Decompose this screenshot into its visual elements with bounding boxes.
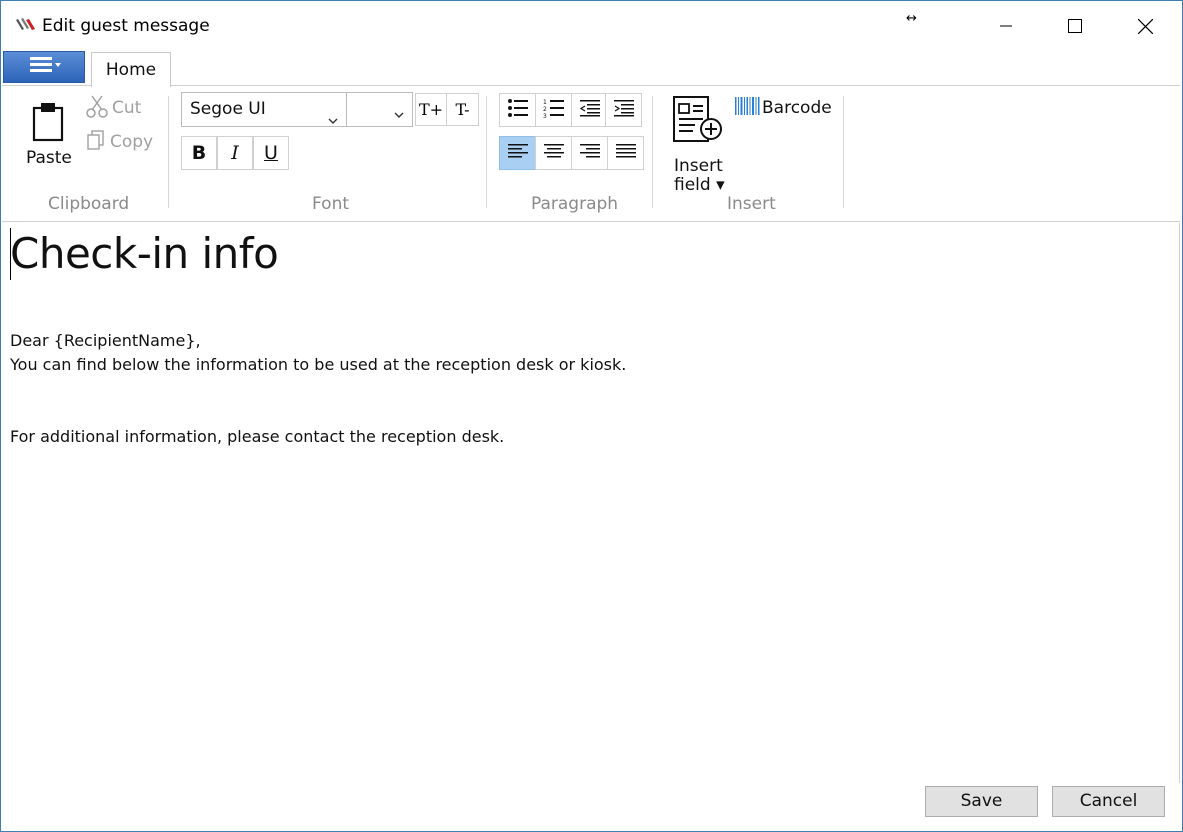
- resize-icon[interactable]: ↔: [906, 11, 917, 26]
- align-right-button[interactable]: [571, 136, 608, 170]
- insert-field-label-line2: field ▾: [674, 175, 725, 195]
- group-separator: [843, 96, 844, 208]
- justify-button[interactable]: [607, 136, 644, 170]
- justify-icon: [615, 143, 637, 163]
- chevron-down-icon: [328, 104, 338, 137]
- clipboard-group-label: Clipboard: [48, 194, 130, 214]
- minimize-button[interactable]: [976, 1, 1036, 51]
- window-title: Edit guest message: [42, 16, 210, 36]
- numbered-list-icon: 1 2 3: [543, 98, 565, 122]
- insert-field-label-line1: Insert: [674, 156, 723, 176]
- shrink-font-button[interactable]: T-: [446, 93, 479, 126]
- font-family-value: Segoe UI: [190, 99, 266, 119]
- close-button[interactable]: [1115, 1, 1175, 51]
- underline-button[interactable]: U: [253, 136, 289, 170]
- title-bar: Edit guest message ↔: [1, 1, 1182, 51]
- message-editor[interactable]: Check-in info Dear {RecipientName}, You …: [2, 223, 1180, 783]
- barcode-icon: [734, 96, 762, 120]
- align-left-icon: [507, 143, 529, 163]
- align-right-icon: [579, 143, 601, 163]
- app-menu-button[interactable]: [3, 51, 85, 83]
- bullet-list-icon: [507, 98, 529, 122]
- paste-button[interactable]: Paste: [20, 100, 78, 170]
- font-group-label: Font: [312, 194, 350, 214]
- align-center-button[interactable]: [535, 136, 572, 170]
- paste-label: Paste: [26, 148, 72, 168]
- decrease-indent-button[interactable]: [571, 93, 608, 127]
- align-center-icon: [543, 143, 565, 163]
- cut-button[interactable]: Cut: [86, 94, 141, 122]
- insert-field-icon: [673, 96, 725, 150]
- svg-text:2: 2: [543, 106, 547, 113]
- font-size-select[interactable]: [346, 92, 413, 127]
- increase-indent-icon: [613, 99, 635, 121]
- insert-field-button[interactable]: Insert field ▾: [669, 94, 729, 195]
- message-line: For additional information, please conta…: [10, 427, 505, 446]
- scissors-icon: [86, 94, 112, 123]
- ribbon: Paste Cut Copy Clipboard Segoe UI T+ T- …: [2, 85, 1180, 222]
- copy-icon: [86, 129, 110, 156]
- italic-button[interactable]: I: [217, 136, 253, 170]
- bullet-list-button[interactable]: [499, 93, 536, 127]
- grow-font-button[interactable]: T+: [415, 93, 447, 126]
- cut-label: Cut: [112, 98, 142, 118]
- group-separator: [652, 96, 653, 208]
- insert-group-label: Insert: [727, 194, 776, 214]
- insert-field-label: Insert field ▾: [674, 157, 725, 195]
- message-line: You can find below the information to be…: [10, 355, 627, 374]
- align-left-button[interactable]: [499, 136, 536, 170]
- hamburger-menu-icon: [22, 55, 66, 79]
- cancel-button[interactable]: Cancel: [1052, 786, 1165, 817]
- svg-text:3: 3: [543, 113, 547, 118]
- save-button[interactable]: Save: [925, 786, 1038, 817]
- message-line: Dear {RecipientName},: [10, 331, 201, 350]
- font-family-select[interactable]: Segoe UI: [181, 92, 347, 127]
- bold-button[interactable]: B: [181, 136, 217, 170]
- copy-button[interactable]: Copy: [86, 128, 153, 156]
- decrease-indent-icon: [579, 99, 601, 121]
- group-separator: [168, 96, 169, 208]
- editor-right-border: [1179, 223, 1181, 783]
- group-separator: [486, 96, 487, 208]
- edit-guest-message-window: Edit guest message ↔ Home Paste Cut Copy…: [0, 0, 1183, 832]
- barcode-button[interactable]: Barcode: [734, 96, 832, 120]
- barcode-label: Barcode: [762, 98, 832, 118]
- svg-text:1: 1: [543, 99, 547, 106]
- increase-indent-button[interactable]: [605, 93, 642, 127]
- copy-label: Copy: [110, 132, 154, 152]
- paragraph-group-label: Paragraph: [531, 194, 619, 214]
- tab-home[interactable]: Home: [91, 52, 171, 87]
- maximize-button[interactable]: [1045, 1, 1105, 51]
- clipboard-icon: [30, 102, 66, 146]
- app-logo-icon: [15, 17, 37, 33]
- numbered-list-button[interactable]: 1 2 3: [535, 93, 572, 127]
- chevron-down-icon: [394, 104, 404, 123]
- message-heading: Check-in info: [10, 229, 279, 278]
